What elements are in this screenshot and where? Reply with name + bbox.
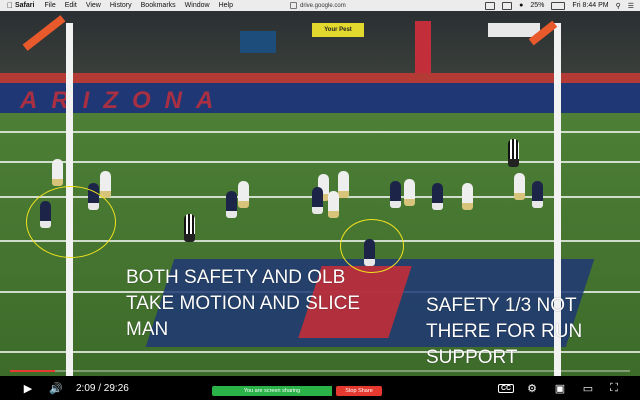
stadium-stands: Your Pest bbox=[0, 11, 640, 73]
referee bbox=[184, 214, 195, 242]
time-display: 2:09 / 29:26 bbox=[76, 382, 129, 394]
screen-share-status-icon[interactable] bbox=[485, 1, 496, 10]
menu-bookmarks[interactable]: Bookmarks bbox=[141, 2, 176, 9]
progress-bar[interactable] bbox=[10, 370, 630, 372]
app-menu[interactable]: Safari bbox=[15, 2, 34, 9]
battery-icon[interactable] bbox=[551, 1, 566, 10]
player bbox=[52, 159, 63, 186]
play-icon[interactable]: ▶ bbox=[20, 380, 36, 396]
player bbox=[100, 171, 111, 198]
display-icon[interactable] bbox=[502, 1, 513, 10]
annotation-text-right: SAFETY 1/3 NOT THERE FOR RUN SUPPORT bbox=[426, 293, 582, 371]
menu-help[interactable]: Help bbox=[219, 2, 233, 9]
player bbox=[338, 171, 349, 198]
settings-gear-icon[interactable]: ⚙ bbox=[524, 380, 540, 396]
annotation-text-left: BOTH SAFETY AND OLB TAKE MOTION AND SLIC… bbox=[126, 265, 360, 343]
clock[interactable]: Fri 8:44 PM bbox=[572, 2, 608, 9]
end-zone: ARIZONA bbox=[0, 83, 640, 113]
player bbox=[390, 181, 401, 208]
search-icon[interactable]: ⚲ bbox=[616, 2, 621, 10]
fullscreen-icon[interactable]: ⛶ bbox=[606, 380, 622, 396]
player bbox=[238, 181, 249, 208]
field-pillar bbox=[415, 21, 431, 73]
stop-share-button[interactable]: Stop Share bbox=[336, 386, 382, 396]
yard-line bbox=[0, 161, 640, 163]
annotation-line: SAFETY 1/3 NOT bbox=[426, 295, 577, 316]
player bbox=[514, 173, 525, 200]
player bbox=[404, 179, 415, 206]
battery-percent: 25% bbox=[530, 2, 545, 9]
player bbox=[226, 191, 237, 218]
apple-menu-icon[interactable]:  bbox=[5, 1, 15, 10]
menu-file[interactable]: File bbox=[44, 2, 55, 9]
stand-banner: Your Pest bbox=[312, 23, 364, 37]
cast-icon[interactable]: ▭ bbox=[580, 380, 596, 396]
yard-line bbox=[0, 131, 640, 133]
annotation-line: THERE FOR RUN bbox=[426, 321, 583, 342]
screen-share-message: You are screen sharing bbox=[212, 386, 332, 396]
player bbox=[532, 181, 543, 208]
menu-window[interactable]: Window bbox=[185, 2, 210, 9]
player bbox=[432, 183, 443, 210]
menu-bar:  Safari File Edit View History Bookmark… bbox=[0, 0, 640, 11]
video-frame[interactable]: Your Pest ARIZONA BOTH SAFETY AND OLB TA… bbox=[0, 11, 640, 376]
miniplayer-icon[interactable]: ▣ bbox=[552, 380, 568, 396]
captions-label: CC bbox=[497, 383, 515, 393]
annotation-line: TAKE MOTION AND SLICE bbox=[126, 293, 361, 314]
player bbox=[328, 191, 339, 218]
equipment-cart bbox=[240, 31, 276, 53]
sideline-wall bbox=[0, 73, 640, 83]
volume-icon[interactable]: 🔊 bbox=[48, 380, 64, 396]
address-indicator[interactable]: drive.google.com bbox=[290, 1, 346, 10]
menu-history[interactable]: History bbox=[110, 2, 132, 9]
status-area: ● 25% Fri 8:44 PM ⚲ ☰ bbox=[485, 0, 634, 11]
annotation-line: BOTH SAFETY AND OLB bbox=[126, 267, 346, 288]
annotation-line: SUPPORT bbox=[426, 347, 518, 368]
player bbox=[312, 187, 323, 214]
captions-button[interactable]: CC bbox=[494, 380, 518, 396]
progress-fill bbox=[10, 370, 56, 372]
annotation-line: MAN bbox=[126, 319, 169, 340]
player bbox=[462, 183, 473, 210]
lock-icon bbox=[290, 2, 297, 9]
referee bbox=[508, 139, 519, 167]
endzone-text: ARIZONA bbox=[20, 87, 228, 113]
url-text: drive.google.com bbox=[300, 2, 346, 9]
annotation-circle bbox=[26, 186, 116, 258]
wifi-icon[interactable]: ● bbox=[519, 2, 523, 9]
menu-view[interactable]: View bbox=[86, 2, 101, 9]
menu-edit[interactable]: Edit bbox=[65, 2, 77, 9]
control-center-icon[interactable]: ☰ bbox=[628, 2, 634, 10]
screen-share-bar: You are screen sharing Stop Share bbox=[212, 386, 382, 396]
